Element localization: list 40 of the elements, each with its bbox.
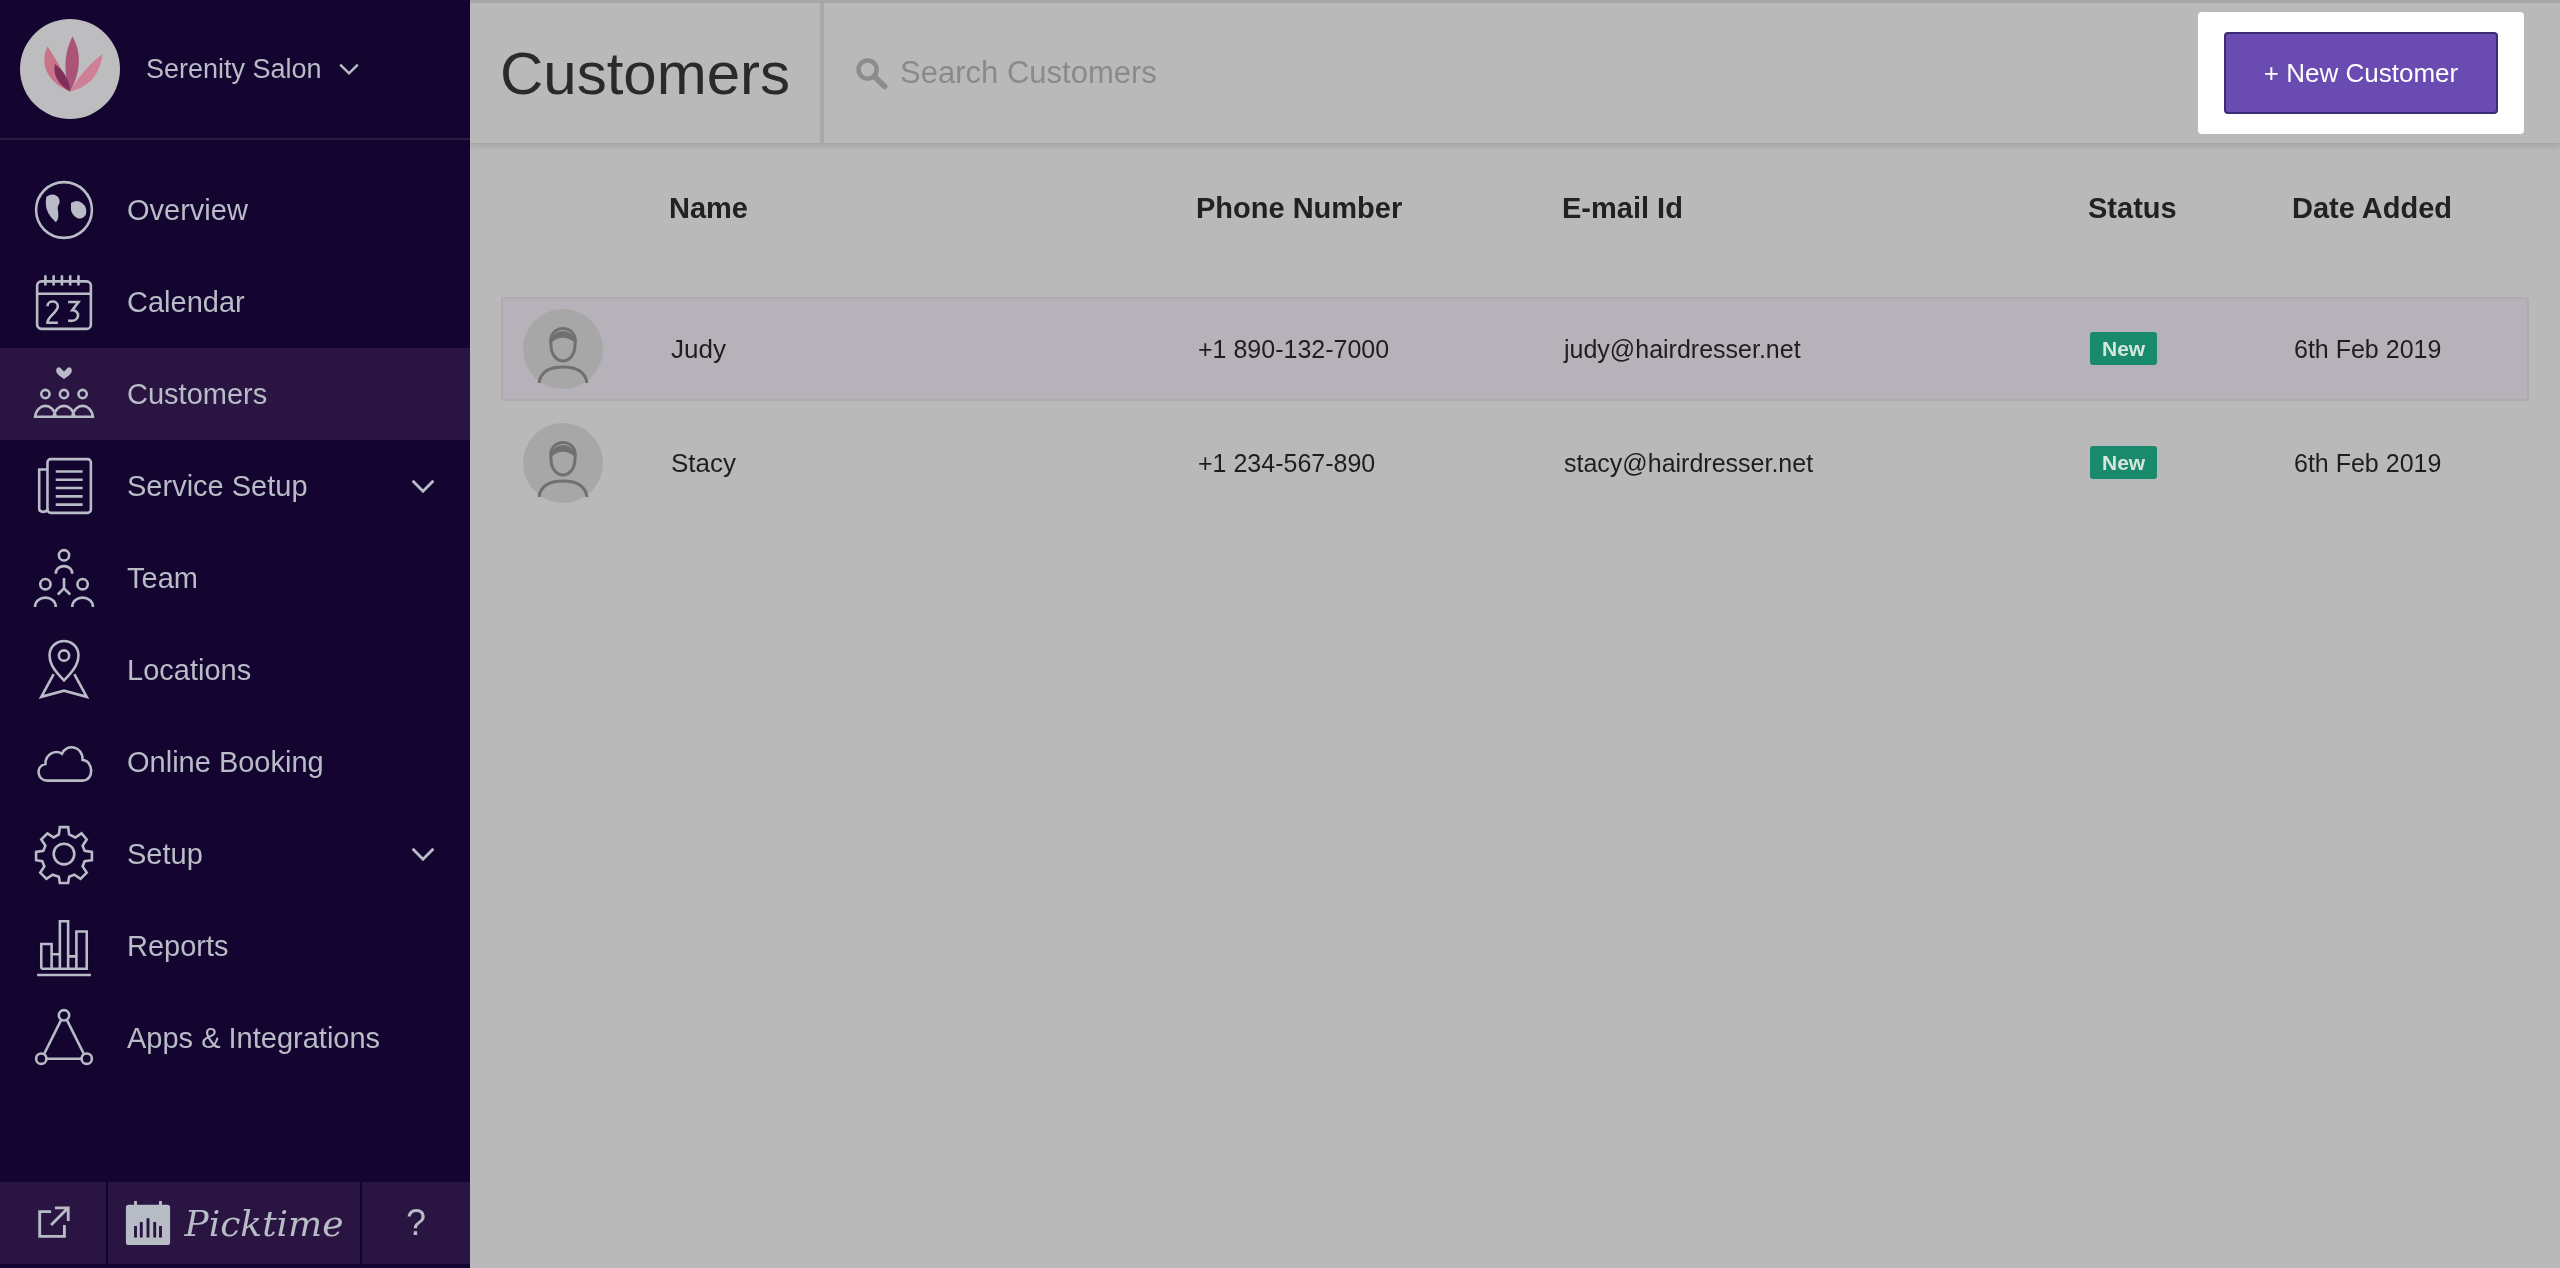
nav-item[interactable]: Overview	[0, 164, 470, 256]
nav-item[interactable]: Calendar	[0, 256, 470, 348]
table-cell-text: Judy	[670, 333, 727, 365]
column-header: Status	[2087, 191, 2178, 225]
table-cell-text: stacy@hairdresser.net	[1563, 448, 1815, 478]
avatar-icon	[523, 309, 603, 389]
status-badge: New	[2090, 332, 2158, 365]
calendar-logo-icon	[124, 1199, 173, 1247]
nav-item[interactable]: Setup	[0, 808, 470, 900]
nav-item[interactable]: Online Booking	[0, 716, 470, 808]
nav-item[interactable]: Customers	[0, 348, 470, 440]
column-header: Name	[668, 191, 749, 225]
search-icon	[854, 56, 889, 90]
avatar-icon	[523, 423, 603, 503]
chevron-down-icon	[337, 62, 360, 76]
column-header: E-mail Id	[1561, 191, 1684, 225]
settings-icon	[33, 823, 95, 885]
customer-row[interactable]: Judy +1 890-132-7000 judy@hairdresser.net New 6th Feb 2019	[501, 297, 2529, 401]
nav-item[interactable]: Service Setup	[0, 440, 470, 532]
nav-item[interactable]: Reports	[0, 900, 470, 992]
brand-name: Picktime	[184, 1202, 344, 1244]
new-customer-button[interactable]: + New Customer	[2224, 32, 2498, 114]
customer-row[interactable]: Stacy +1 234-567-890 stacy@hairdresser.net New 6th Feb 2019	[501, 411, 2529, 515]
page-title: Customers	[470, 3, 825, 143]
team-icon	[33, 547, 95, 609]
table-cell-text: Stacy	[670, 447, 738, 479]
status-badge: New	[2090, 446, 2158, 479]
table-cell-text: +1 890-132-7000	[1197, 334, 1391, 364]
globe-icon	[33, 179, 95, 241]
table-cell-text: judy@hairdresser.net	[1562, 334, 1802, 364]
column-header: Date Added	[2291, 191, 2454, 225]
lotus-logo-icon	[20, 19, 120, 119]
table-cell-text: 6th Feb 2019	[2293, 448, 2443, 478]
nav-item[interactable]: Apps & Integrations	[0, 992, 470, 1084]
salon-selector[interactable]: Serenity Salon	[146, 53, 360, 85]
table-cell-text: 6th Feb 2019	[2293, 334, 2443, 364]
column-header: Phone Number	[1195, 191, 1404, 225]
nav-item[interactable]: Team	[0, 532, 470, 624]
table-cell-text: +1 234-567-890	[1197, 448, 1377, 478]
nav-item[interactable]: Locations	[0, 624, 470, 716]
